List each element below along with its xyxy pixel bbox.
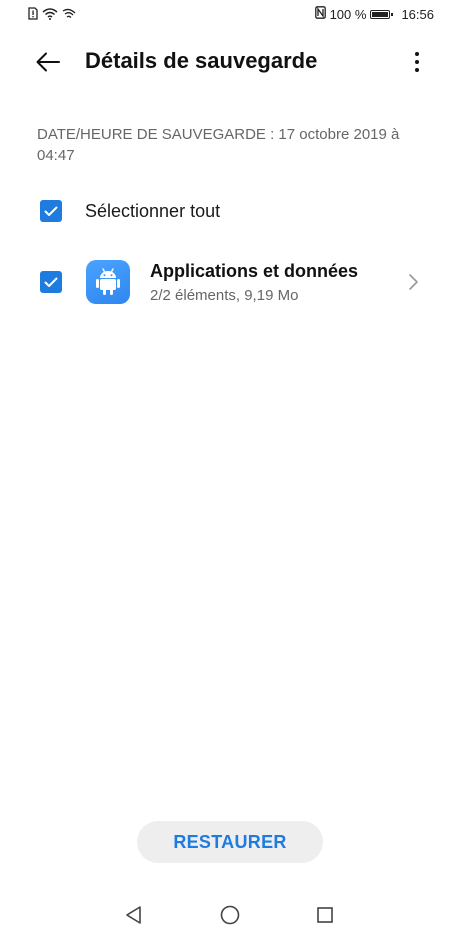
nfc-icon (314, 6, 326, 22)
check-icon (44, 206, 58, 216)
more-vert-icon-dot (415, 60, 419, 64)
square-recents-icon (317, 907, 333, 923)
navigation-bar (0, 893, 460, 939)
battery-icon (370, 9, 394, 19)
battery-percent: 100 % (329, 6, 367, 22)
nav-back-button[interactable] (122, 903, 146, 927)
circle-home-icon (220, 905, 240, 925)
restore-button[interactable]: RESTAURER (137, 821, 323, 863)
status-left (28, 7, 76, 23)
status-bar: 100 % 16:56 (0, 0, 460, 30)
item-subtitle: 2/2 éléments, 9,19 Mo (150, 287, 299, 304)
app-bar: Détails de sauvegarde (0, 30, 460, 94)
triangle-back-icon (126, 906, 141, 924)
screen: 100 % 16:56 Détails de sauvegarde DATE/H… (0, 0, 460, 939)
back-button[interactable] (30, 44, 66, 80)
wifi-icon (42, 7, 58, 23)
check-icon (44, 277, 58, 287)
page-title: Détails de sauvegarde (85, 48, 318, 73)
more-vert-icon-dot (415, 52, 419, 56)
chevron-right-icon (409, 274, 418, 290)
arrow-left-icon (36, 52, 60, 72)
backup-date-text: DATE/HEURE DE SAUVEGARDE : 17 octobre 20… (37, 126, 400, 164)
more-vert-icon-dot (415, 68, 419, 72)
more-options-button[interactable] (402, 46, 432, 78)
nav-home-button[interactable] (218, 903, 242, 927)
sim-alert-icon (28, 7, 38, 23)
status-right: 100 % 16:56 (314, 6, 434, 22)
select-all-checkbox[interactable] (40, 200, 62, 222)
list-item-applications[interactable]: Applications et données 2/2 éléments, 9,… (0, 250, 460, 314)
select-all-row[interactable]: Sélectionner tout (0, 190, 460, 234)
item-title: Applications et données (150, 261, 359, 281)
clock: 16:56 (401, 6, 434, 22)
hotspot-icon (62, 8, 76, 23)
item-checkbox[interactable] (40, 271, 62, 293)
android-icon (86, 260, 130, 304)
nav-recent-apps-button[interactable] (313, 903, 337, 927)
select-all-label: Sélectionner tout (85, 201, 221, 221)
